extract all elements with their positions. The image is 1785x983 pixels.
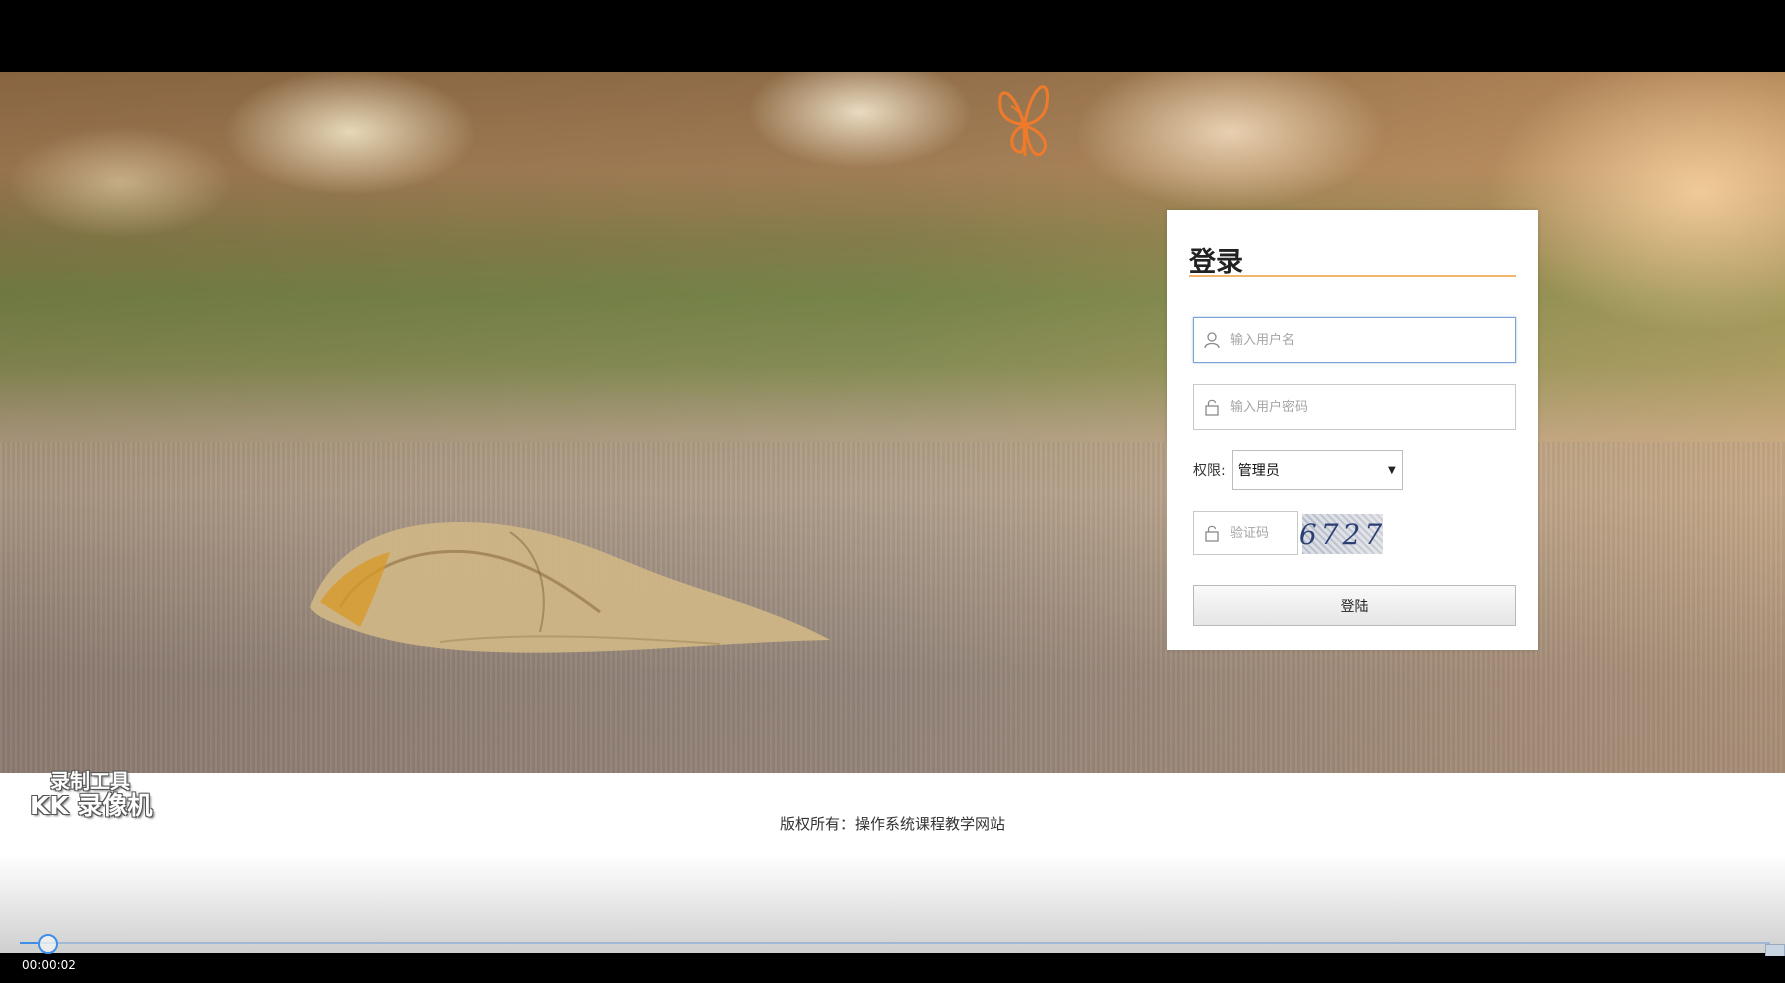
username-field — [1193, 317, 1516, 363]
top-black-bar — [0, 0, 1785, 72]
copyright-text: 版权所有：操作系统课程教学网站 — [779, 815, 1005, 833]
password-input[interactable] — [1230, 387, 1515, 427]
watermark-line2: KK 录像机 — [30, 791, 153, 820]
login-title-underline — [1189, 275, 1516, 277]
role-label: 权限: — [1193, 463, 1226, 479]
captcha-field — [1193, 511, 1298, 555]
login-button[interactable]: 登陆 — [1193, 585, 1516, 626]
watermark-line1: 录制工具 — [50, 769, 130, 793]
username-input[interactable] — [1230, 320, 1515, 360]
login-card: 登录 权限: 管理员 ▼ 6727 登陆 — [1167, 210, 1538, 650]
role-selected-value: 管理员 — [1237, 463, 1280, 479]
role-select[interactable]: 管理员 ▼ — [1231, 450, 1403, 490]
lock-icon — [1194, 511, 1230, 555]
recorder-watermark: 录制工具 KK 录像机 — [30, 770, 170, 820]
time-strip — [0, 956, 1785, 983]
progress-knob[interactable] — [38, 934, 58, 954]
login-title: 登录 — [1189, 247, 1243, 278]
lock-icon — [1194, 385, 1230, 429]
password-field — [1193, 384, 1516, 430]
captcha-image[interactable]: 6727 — [1299, 514, 1383, 554]
caret-down-icon: ▼ — [1388, 464, 1396, 476]
timecode: 00:00:02 — [22, 958, 76, 972]
butterfly-illustration — [998, 85, 1050, 157]
progress-track[interactable] — [20, 942, 1770, 944]
role-row: 权限: 管理员 ▼ — [1193, 450, 1403, 490]
user-icon — [1194, 318, 1230, 362]
captcha-input[interactable] — [1230, 513, 1297, 553]
leaf-illustration — [310, 522, 830, 653]
progress-filled — [20, 942, 40, 944]
footer: 版权所有：操作系统课程教学网站 — [0, 773, 1785, 953]
